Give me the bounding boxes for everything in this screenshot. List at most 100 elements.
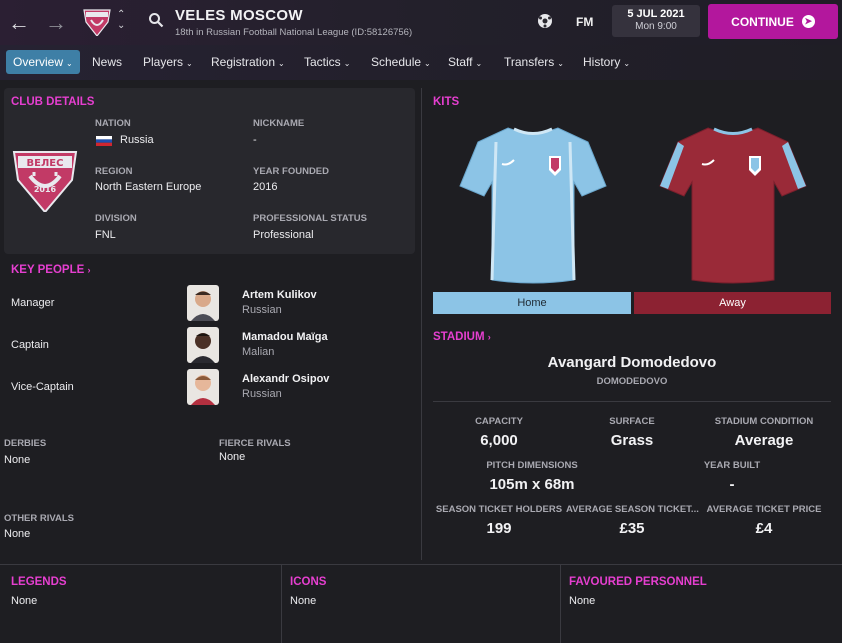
club-crest-large-icon: ВЕЛЕС 2016 (12, 151, 78, 212)
club-name: VELES MOSCOW (175, 7, 303, 24)
search-icon[interactable] (148, 12, 164, 28)
tab-registration[interactable]: Registration ⌄ (204, 50, 292, 74)
current-date: 5 JUL 2021 (627, 8, 685, 20)
column-divider (421, 88, 422, 560)
tab-schedule[interactable]: Schedule ⌄ (364, 50, 438, 74)
svg-text:2016: 2016 (34, 185, 57, 194)
other-rivals-value: None (4, 528, 31, 540)
surface-value: Grass (610, 432, 654, 449)
fm-menu-button[interactable]: FM (576, 15, 593, 29)
stadium-divider (433, 401, 831, 402)
pitch-dimensions-label: PITCH DIMENSIONS (486, 460, 578, 471)
legends-value: None (11, 595, 38, 607)
back-arrow-icon[interactable]: ← (8, 10, 30, 36)
tab-transfers[interactable]: Transfers ⌄ (497, 50, 571, 74)
nickname-value: - (253, 134, 257, 146)
surface-label: SURFACE (609, 416, 655, 427)
forward-arrow-icon[interactable]: → (45, 10, 67, 36)
avg-season-ticket-label: AVERAGE SEASON TICKET... (566, 504, 699, 515)
year-built-value: - (729, 476, 735, 493)
home-kit-tab[interactable]: Home (433, 292, 631, 314)
other-rivals-label: OTHER RIVALS (4, 513, 75, 524)
avatar[interactable] (187, 285, 219, 321)
key-people-link[interactable]: KEY PEOPLE › (11, 264, 91, 276)
chevron-right-icon: › (487, 332, 491, 342)
club-details-title: CLUB DETAILS (11, 96, 95, 108)
tab-overview[interactable]: Overview ⌄ (6, 50, 80, 74)
chevron-right-icon: › (87, 265, 91, 275)
ball-icon[interactable] (536, 12, 554, 30)
home-kit-icon[interactable] (458, 124, 608, 286)
tab-staff[interactable]: Staff ⌄ (441, 50, 489, 74)
favoured-personnel-value: None (569, 595, 596, 607)
chevron-down-icon: ⌄ (343, 59, 351, 68)
fierce-rivals-label: FIERCE RIVALS (219, 438, 291, 449)
captain-nationality: Malian (242, 346, 275, 358)
away-kit-tab[interactable]: Away (634, 292, 831, 314)
tab-news[interactable]: News (85, 50, 129, 74)
bottom-divider (0, 564, 842, 565)
derbies-label: DERBIES (4, 438, 47, 449)
nickname-label: NICKNAME (253, 118, 305, 129)
tab-tactics[interactable]: Tactics ⌄ (297, 50, 357, 74)
bottom-divider-2 (560, 565, 561, 643)
vice-captain-role: Vice-Captain (11, 381, 74, 393)
stadium-location: DOMODEDOVO (596, 376, 668, 387)
derbies-value: None (4, 454, 31, 466)
avatar[interactable] (187, 369, 219, 405)
captain-name[interactable]: Mamadou Maïga (242, 331, 328, 343)
tab-players[interactable]: Players ⌄ (136, 50, 200, 74)
pro-status-value: Professional (253, 229, 314, 241)
manager-name[interactable]: Artem Kulikov (242, 289, 317, 301)
condition-value: Average (734, 432, 794, 449)
condition-label: STADIUM CONDITION (714, 416, 814, 427)
club-crest-icon[interactable] (82, 6, 112, 36)
capacity-value: 6,000 (480, 432, 518, 449)
pro-status-label: PROFESSIONAL STATUS (253, 213, 368, 224)
kits-title: KITS (433, 96, 460, 108)
vice-captain-nationality: Russian (242, 388, 282, 400)
away-kit-icon[interactable] (658, 124, 808, 286)
russia-flag-icon (96, 136, 112, 146)
stadium-name: Avangard Domodedovo (547, 354, 717, 371)
chevron-down-icon: ⌄ (278, 59, 285, 68)
captain-role: Captain (11, 339, 49, 351)
icons-value: None (290, 595, 317, 607)
manager-nationality: Russian (242, 304, 282, 316)
chevron-down-icon: ⌄ (424, 59, 431, 68)
avg-ticket-price-value: £4 (755, 520, 773, 537)
avg-season-ticket-value: £35 (619, 520, 645, 537)
continue-label: CONTINUE (731, 14, 794, 29)
chevron-down-icon: ⌄ (623, 59, 631, 68)
chevron-down-icon: ⌄ (66, 59, 73, 68)
nation-value[interactable]: Russia (120, 134, 154, 146)
season-ticket-holders-value: 199 (486, 520, 512, 537)
continue-arrow-icon: ➤ (801, 15, 815, 28)
current-time: Mon 9:00 (635, 21, 677, 32)
fierce-rivals-value: None (219, 451, 246, 463)
season-ticket-holders-label: SEASON TICKET HOLDERS (435, 504, 563, 515)
chevron-down-icon: ⌄ (557, 59, 564, 68)
year-founded-value: 2016 (253, 181, 278, 193)
avatar[interactable] (187, 327, 219, 363)
legends-title: LEGENDS (11, 576, 67, 588)
icons-title: ICONS (290, 576, 327, 588)
chevron-down-icon: ⌄ (186, 59, 193, 68)
tab-history[interactable]: History ⌄ (576, 50, 637, 74)
date-display[interactable]: 5 JUL 2021 Mon 9:00 (612, 5, 700, 37)
pitch-dimensions-value: 105m x 68m (489, 476, 575, 493)
division-label: DIVISION (95, 213, 137, 224)
capacity-label: CAPACITY (475, 416, 523, 427)
year-built-label: YEAR BUILT (703, 460, 761, 471)
chevron-down-icon: ⌄ (475, 59, 483, 68)
stadium-link[interactable]: STADIUM › (433, 331, 491, 343)
club-switch-icon[interactable]: ⌃ ⌄ (117, 9, 125, 31)
nation-label: NATION (95, 118, 131, 129)
vice-captain-name[interactable]: Alexandr Osipov (242, 373, 329, 385)
manager-role: Manager (11, 297, 55, 309)
region-label: REGION (95, 166, 133, 177)
continue-button[interactable]: CONTINUE ➤ (708, 4, 838, 39)
division-value[interactable]: FNL (95, 229, 116, 241)
region-value: North Eastern Europe (95, 181, 202, 193)
avg-ticket-price-label: AVERAGE TICKET PRICE (706, 504, 822, 515)
